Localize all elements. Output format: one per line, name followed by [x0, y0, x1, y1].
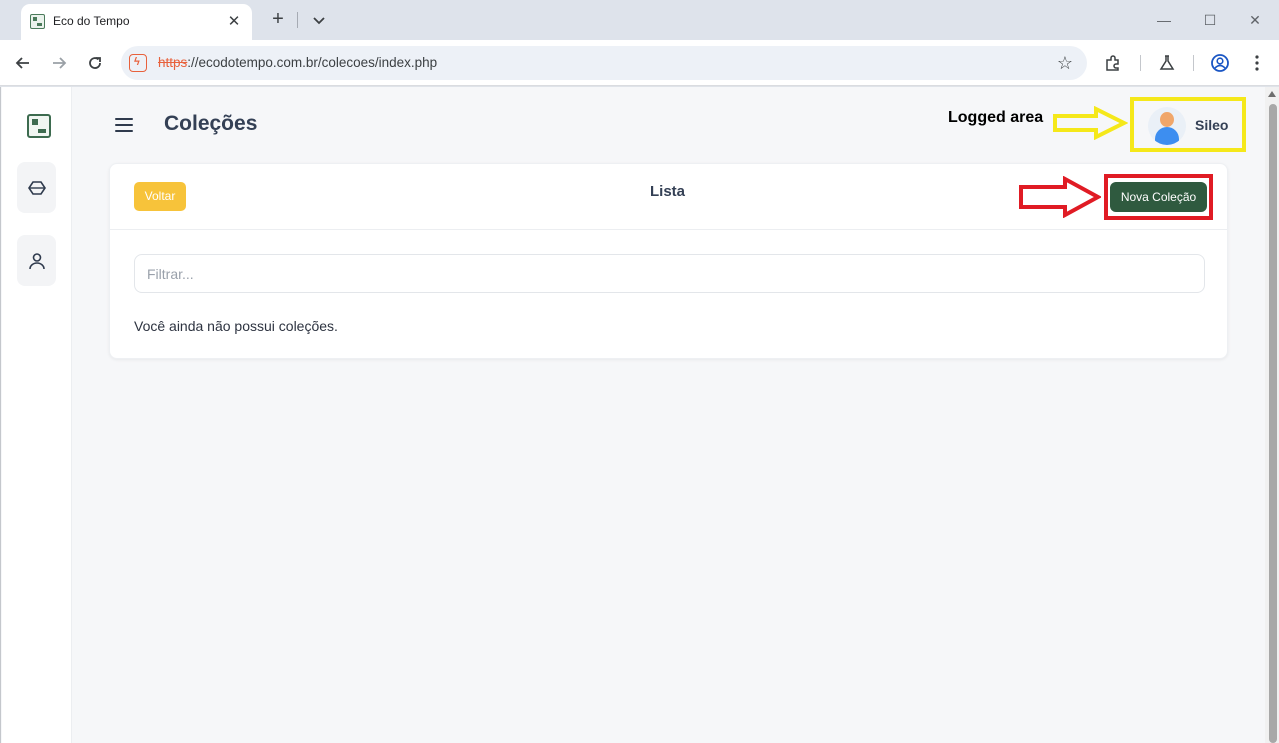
extensions-puzzle-icon[interactable]: [1100, 50, 1126, 76]
page-scrollbar[interactable]: [1265, 87, 1279, 743]
scrollbar-thumb[interactable]: [1269, 104, 1277, 743]
close-window-button[interactable]: ✕: [1241, 6, 1269, 34]
card-title: Lista: [650, 183, 686, 200]
tab-search-chevron-icon[interactable]: [307, 8, 331, 32]
labs-flask-icon[interactable]: [1154, 50, 1180, 76]
user-menu[interactable]: Sileo: [1130, 97, 1246, 152]
page-viewport: Coleções Logged area Sileo Voltar Lista …: [0, 87, 1279, 743]
tab-title: Eco do Tempo: [53, 14, 130, 28]
url-text: https://ecodotempo.com.br/colecoes/index…: [158, 55, 438, 70]
forward-arrow-icon[interactable]: [46, 50, 72, 76]
user-name: Sileo: [1195, 117, 1229, 133]
browser-tab-bar: Eco do Tempo ✕ + — ☐ ✕: [0, 0, 1279, 40]
site-warning-icon[interactable]: ϟ: [129, 54, 147, 72]
new-collection-button[interactable]: Nova Coleção: [1110, 182, 1207, 212]
minimize-button[interactable]: —: [1150, 6, 1178, 34]
cube-icon: [27, 180, 46, 195]
maximize-button[interactable]: ☐: [1196, 6, 1224, 34]
filter-input[interactable]: [134, 254, 1205, 293]
page-title: Coleções: [164, 112, 258, 135]
hamburger-icon[interactable]: [115, 118, 133, 132]
tab-close-icon[interactable]: ✕: [224, 12, 244, 32]
reload-icon[interactable]: [82, 50, 108, 76]
browser-menu-icon[interactable]: [1244, 50, 1270, 76]
sidebar-item-collections[interactable]: [17, 162, 56, 213]
annotation-arrow-icon: [1019, 176, 1101, 218]
back-arrow-icon[interactable]: [10, 50, 36, 76]
sidebar: [2, 87, 72, 743]
site-logo-icon[interactable]: [27, 114, 51, 138]
favicon-icon: [30, 14, 45, 29]
sidebar-item-profile[interactable]: [17, 235, 56, 286]
new-tab-button[interactable]: +: [266, 8, 290, 32]
annotation-logged-area-label: Logged area: [948, 109, 1044, 126]
new-collection-highlight: Nova Coleção: [1104, 174, 1213, 220]
avatar-icon: [1148, 107, 1186, 145]
user-icon: [28, 252, 45, 269]
profile-icon[interactable]: [1207, 50, 1233, 76]
back-button[interactable]: Voltar: [134, 182, 186, 211]
scroll-up-arrow-icon[interactable]: [1268, 91, 1276, 97]
browser-toolbar: ϟ https://ecodotempo.com.br/colecoes/ind…: [0, 40, 1279, 86]
annotation-arrow-icon: [1053, 106, 1128, 140]
bookmark-star-icon[interactable]: ☆: [1057, 53, 1073, 74]
card-header: Voltar Lista Nova Coleção: [110, 164, 1227, 230]
collections-card: Voltar Lista Nova Coleção Você ainda não…: [109, 163, 1228, 359]
address-bar[interactable]: ϟ https://ecodotempo.com.br/colecoes/ind…: [121, 46, 1087, 80]
tab-divider: [297, 12, 298, 28]
toolbar-divider: [1140, 55, 1141, 71]
browser-tab[interactable]: Eco do Tempo ✕: [21, 4, 252, 40]
empty-state-message: Você ainda não possui coleções.: [134, 318, 338, 334]
toolbar-divider: [1193, 55, 1194, 71]
